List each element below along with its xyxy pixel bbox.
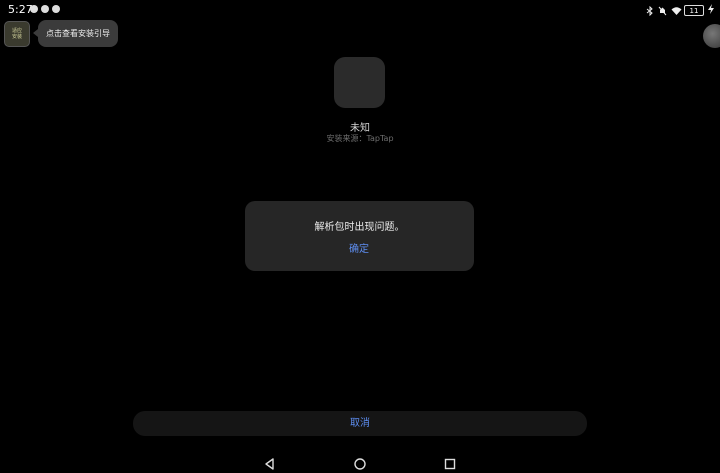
notification-icon [41, 5, 49, 13]
home-circle-icon[interactable] [353, 456, 367, 470]
helper-app-icon[interactable]: 适应 安装 [4, 21, 30, 47]
install-guide-tooltip-text: 点击查看安装引导 [46, 29, 110, 38]
navigation-bar [0, 450, 720, 473]
notification-icons [30, 5, 60, 13]
install-guide-tooltip[interactable]: 点击查看安装引导 [33, 20, 118, 47]
notification-icon [52, 5, 60, 13]
mute-icon [658, 6, 667, 16]
helper-app-label-line2: 安装 [11, 34, 22, 40]
wifi-icon [671, 6, 682, 16]
cancel-button[interactable]: 取消 [133, 411, 587, 436]
charging-icon [708, 4, 714, 17]
parse-error-dialog: 解析包时出现问题。 确定 [245, 201, 474, 271]
installer-screen: 5:27 11 适应 安装 点击查看安装引导 未知 安装来源：TapTap 解析… [0, 0, 720, 473]
battery-icon: 11 [684, 5, 704, 16]
app-name: 未知 [350, 123, 370, 134]
status-bar: 5:27 11 [0, 0, 720, 20]
back-triangle-icon[interactable] [263, 456, 277, 470]
install-source: 安装来源：TapTap [326, 134, 394, 143]
status-time: 5:27 [8, 3, 33, 16]
bluetooth-icon [645, 5, 654, 16]
floating-ball-icon[interactable] [703, 24, 720, 48]
app-icon-placeholder [334, 57, 385, 108]
recent-square-icon[interactable] [443, 456, 457, 470]
dialog-message: 解析包时出现问题。 [314, 222, 405, 233]
battery-level: 11 [689, 6, 699, 15]
confirm-button[interactable]: 确定 [329, 241, 389, 259]
status-right-group: 11 [645, 4, 714, 17]
notification-icon [30, 5, 38, 13]
